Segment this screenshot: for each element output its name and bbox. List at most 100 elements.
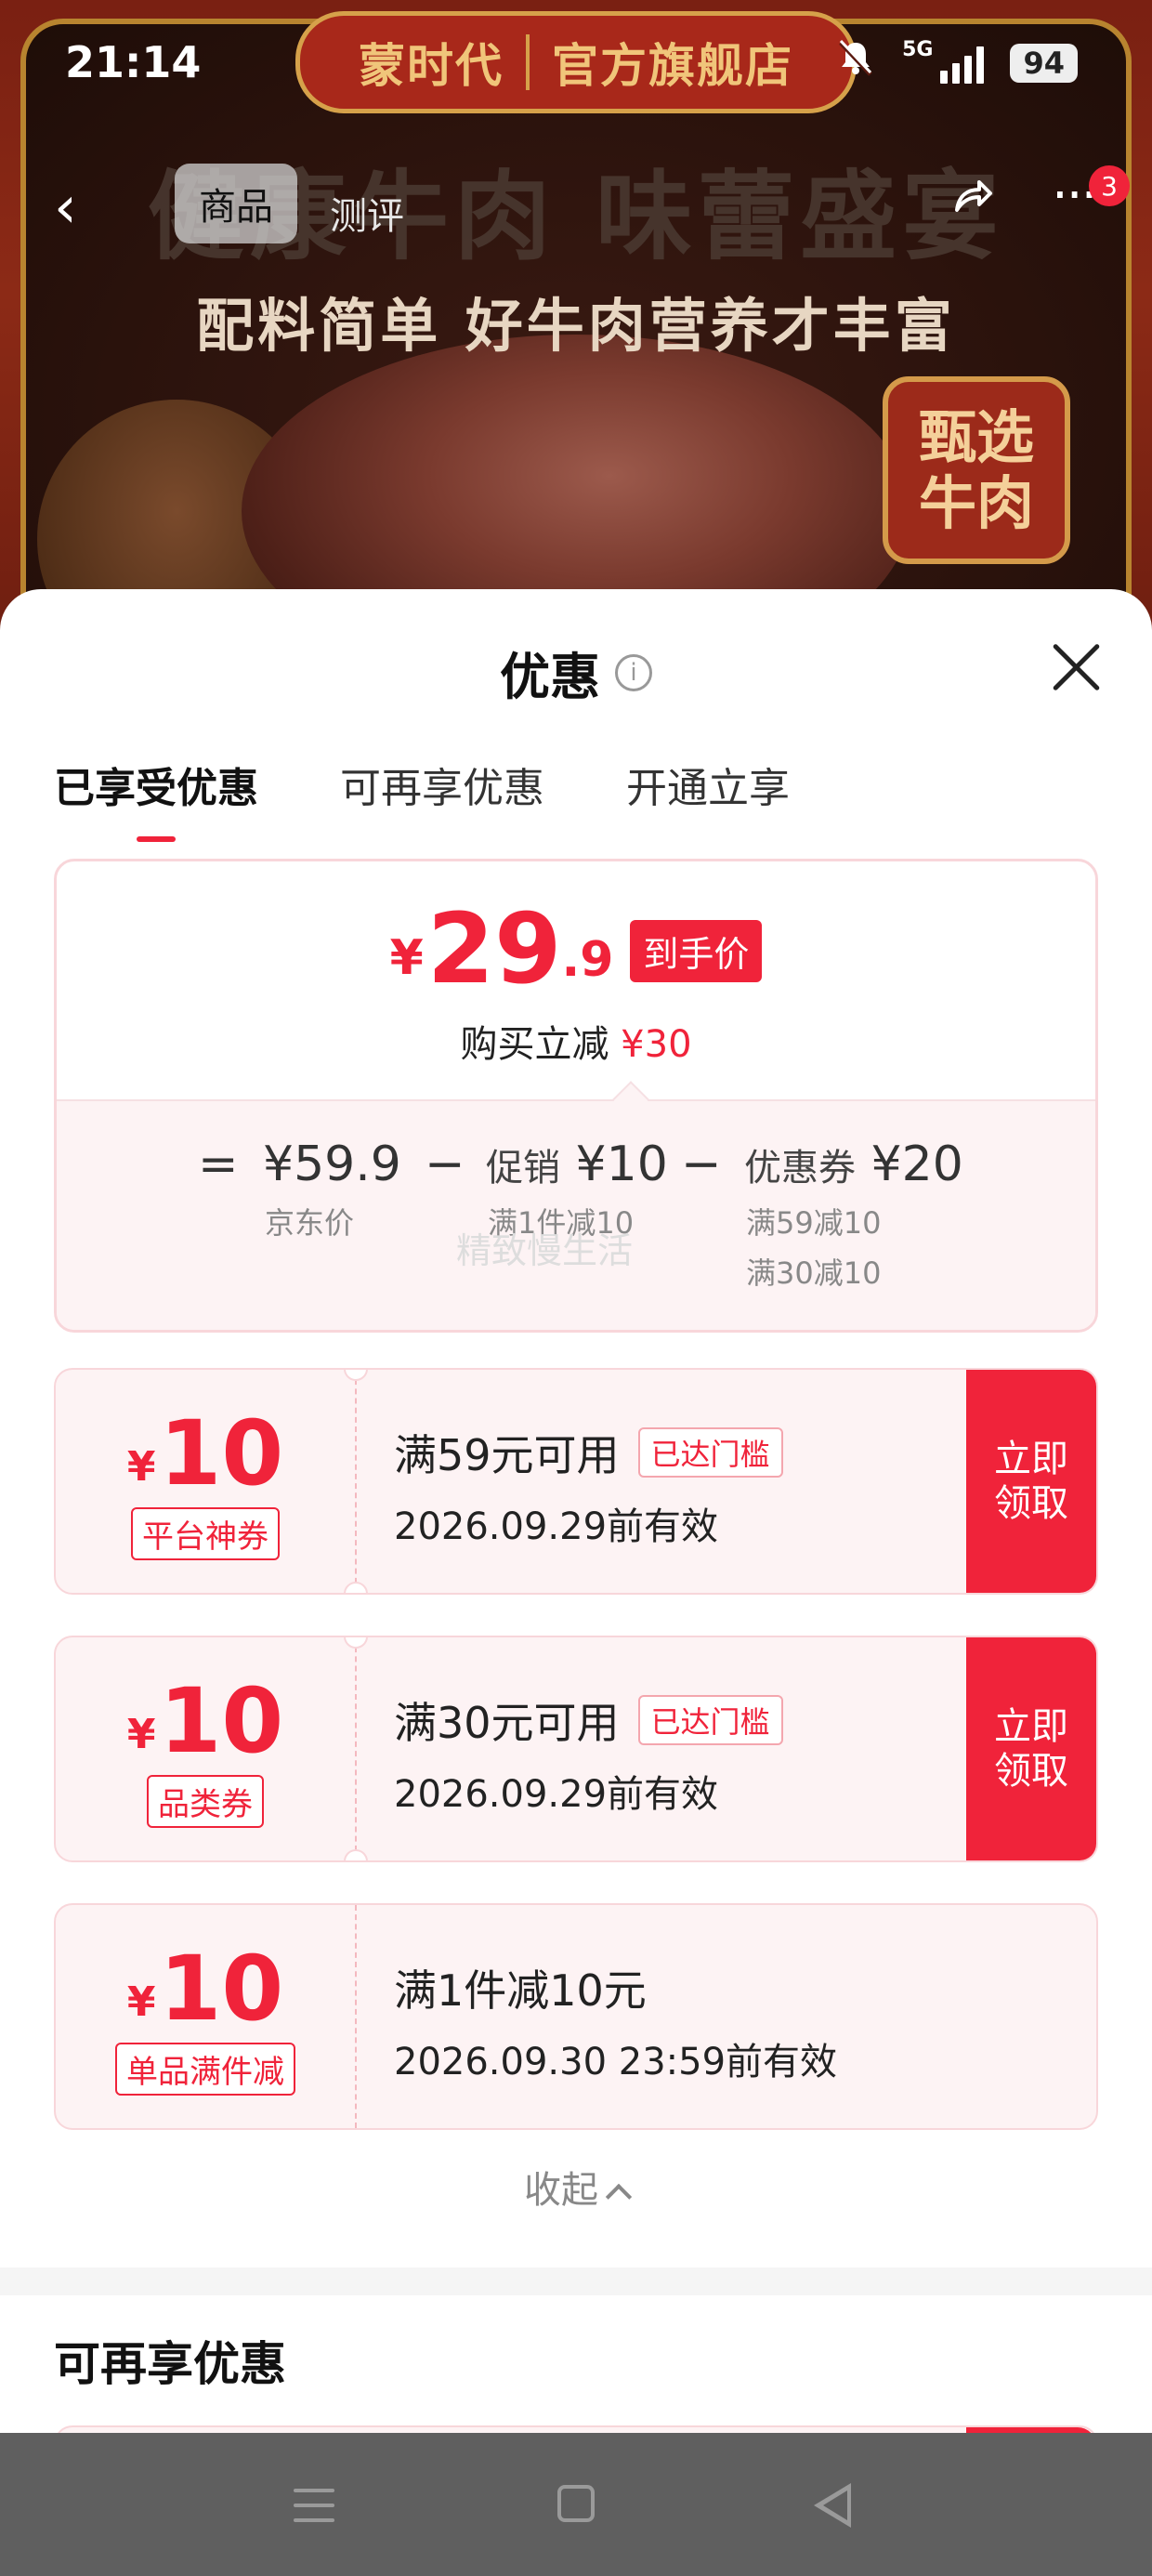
tab-more-available[interactable]: 可再享优惠 xyxy=(340,755,544,814)
app-screen: 蒙时代 官方旗舰店 健康牛肉 味蕾盛宴 配料简单 好牛肉营养才丰富 甄选 牛肉 … xyxy=(0,0,1152,2576)
banner-subline: 配料简单 好牛肉营养才丰富 xyxy=(196,292,956,360)
coupon-notch-bottom xyxy=(344,1582,368,1593)
coupon-value: ¥ 10 单品满件减 xyxy=(56,1905,355,2128)
coupon-currency: ¥ xyxy=(126,1443,156,1491)
chevron-up-icon xyxy=(605,2183,633,2211)
coupon-divider xyxy=(355,1905,357,2128)
coupon-condition-row: 满59元可用 已达门槛 xyxy=(394,1422,783,1483)
coupon-condition: 满59元可用 xyxy=(394,1430,620,1480)
coupon-expiry: 2026.09.29前有效 xyxy=(394,1505,719,1548)
coupon-amount-number: 10 xyxy=(159,1401,284,1505)
section-title-more-offers: 可再享优惠 xyxy=(54,2337,286,2391)
close-icon[interactable] xyxy=(1048,639,1104,695)
coupon-amount-display: ¥ 10 xyxy=(56,1944,355,2033)
coupon-condition: 满30元可用 xyxy=(394,1698,620,1748)
promo-discount: 促销 ¥10 xyxy=(486,1137,668,1192)
coupon-divider xyxy=(355,1370,357,1593)
info-icon[interactable]: i xyxy=(615,653,652,691)
coupon-discount: 优惠券 ¥20 xyxy=(744,1137,963,1192)
threshold-met-badge: 已达门槛 xyxy=(637,1427,783,1478)
base-price: ¥59.9 xyxy=(263,1137,401,1192)
claim-coupon-button[interactable]: 立即 领取 xyxy=(966,1370,1096,1593)
base-price-label: 京东价 xyxy=(265,1205,355,1241)
claim-button-line-1: 立即 xyxy=(994,1438,1068,1480)
tab-product[interactable]: 商品 xyxy=(175,164,297,243)
coupon-type-wrap: 单品满件减 xyxy=(56,2043,355,2096)
discount-tabs: 已享受优惠 可再享优惠 开通立享 xyxy=(54,755,790,814)
coupon-type-wrap: 品类券 xyxy=(56,1775,355,1828)
threshold-met-badge: 已达门槛 xyxy=(637,1695,783,1745)
coupon-amount-display: ¥ 10 xyxy=(56,1409,355,1498)
section-divider xyxy=(0,2267,1152,2295)
coupon-notch-bottom xyxy=(344,1849,368,1860)
seal-line-2: 牛肉 xyxy=(918,469,1034,537)
claim-coupon-button[interactable]: 立即 领取 xyxy=(966,1637,1096,1860)
network-type: 5G xyxy=(902,38,934,61)
collapse-button[interactable]: 收起 xyxy=(0,2160,1152,2214)
status-icons: 5G 94 xyxy=(835,37,1078,88)
coupon-amount: ¥20 xyxy=(871,1137,963,1192)
home-icon[interactable] xyxy=(557,2485,595,2522)
coupon-expiry: 2026.09.30 23:59前有效 xyxy=(394,2041,838,2083)
coupon-type: 平台神券 xyxy=(131,1507,280,1560)
instant-discount-line: 购买立减 ¥30 xyxy=(57,1014,1095,1068)
coupon-condition-row: 满30元可用 已达门槛 xyxy=(394,1689,783,1751)
store-plaque: 蒙时代 官方旗舰店 xyxy=(295,11,857,113)
coupon-expiry: 2026.09.29前有效 xyxy=(394,1773,719,1816)
watermark: 精致慢生活 xyxy=(456,1230,634,1271)
coupon-amount-number: 10 xyxy=(159,1937,284,2041)
coupon-amount-display: ¥ 10 xyxy=(56,1676,355,1766)
coupon-note-2: 满30减10 xyxy=(746,1255,882,1291)
back-nav-icon-inner xyxy=(823,2491,847,2520)
price-breakdown: = ¥59.9 京东价 − 促销 ¥10 满1件减10 − 优惠券 ¥20 满5… xyxy=(57,1099,1095,1330)
tab-review[interactable]: 测评 xyxy=(330,186,404,240)
product-banner: 蒙时代 官方旗舰店 健康牛肉 味蕾盛宴 配料简单 好牛肉营养才丰富 甄选 牛肉 xyxy=(0,0,1152,688)
final-price-tag: 到手价 xyxy=(630,920,763,982)
notification-badge: 3 xyxy=(1089,165,1130,206)
coupon-note-1: 满59减10 xyxy=(746,1205,882,1241)
quality-seal: 甄选 牛肉 xyxy=(883,376,1070,564)
currency-symbol: ¥ xyxy=(389,930,424,986)
coupon-type-wrap: 平台神券 xyxy=(56,1507,355,1560)
coupon-type: 品类券 xyxy=(147,1775,264,1828)
coupon-condition-row: 满1件减10元 xyxy=(394,1957,647,2018)
coupon-card: ¥ 10 品类券 满30元可用 已达门槛 2026.09.29前有效 立即 领取 xyxy=(54,1636,1098,1862)
more-icon[interactable]: ··· xyxy=(1052,165,1097,226)
signal-icon xyxy=(940,43,985,84)
sheet-title: 优惠 xyxy=(500,648,600,706)
final-price: ¥ 29 .9 到手价 xyxy=(57,900,1095,997)
tab-activate[interactable]: 开通立享 xyxy=(626,755,790,814)
coupon-divider xyxy=(355,1637,357,1860)
coupon-amount-number: 10 xyxy=(159,1669,284,1773)
instant-discount-label: 购买立减 xyxy=(460,1023,609,1066)
minus-sign-1: − xyxy=(425,1137,465,1192)
status-time: 21:14 xyxy=(65,37,202,87)
back-icon[interactable]: ‹ xyxy=(54,178,77,236)
promo-label: 促销 xyxy=(486,1147,560,1189)
price-integer: 29 xyxy=(426,892,562,1005)
tab-enjoyed[interactable]: 已享受优惠 xyxy=(54,755,258,814)
coupon-currency: ¥ xyxy=(126,1711,156,1758)
claim-button-line-2: 领取 xyxy=(994,1750,1068,1793)
sheet-header: 优惠 i xyxy=(0,636,1152,709)
plaque-divider xyxy=(526,34,530,90)
recent-apps-icon[interactable] xyxy=(294,2489,334,2522)
promo-amount: ¥10 xyxy=(575,1137,668,1192)
claim-button-line-2: 领取 xyxy=(994,1482,1068,1525)
store-type: 官方旗舰店 xyxy=(552,39,793,93)
minus-sign-2: − xyxy=(681,1137,722,1192)
coupon-currency: ¥ xyxy=(126,1978,156,2026)
seal-line-1: 甄选 xyxy=(918,402,1034,471)
collapse-label: 收起 xyxy=(524,2169,598,2212)
instant-discount-amount: ¥30 xyxy=(621,1023,692,1066)
battery-indicator: 94 xyxy=(1010,43,1078,83)
coupon-card: ¥ 10 单品满件减 满1件减10元 2026.09.30 23:59前有效 xyxy=(54,1903,1098,2130)
price-summary-card: ¥ 29 .9 到手价 购买立减 ¥30 = ¥59.9 京东价 − 促销 ¥1… xyxy=(54,859,1098,1333)
share-icon[interactable] xyxy=(948,173,996,233)
coupon-condition: 满1件减10元 xyxy=(394,1965,647,2016)
coupon-value: ¥ 10 平台神券 xyxy=(56,1370,355,1593)
discount-sheet: 优惠 i 已享受优惠 可再享优惠 开通立享 ¥ 29 .9 到手价 购买立减 ¥… xyxy=(0,589,1152,2450)
coupon-value: ¥ 10 品类券 xyxy=(56,1637,355,1860)
claim-button-line-1: 立即 xyxy=(994,1705,1068,1748)
store-brand: 蒙时代 xyxy=(359,39,504,93)
